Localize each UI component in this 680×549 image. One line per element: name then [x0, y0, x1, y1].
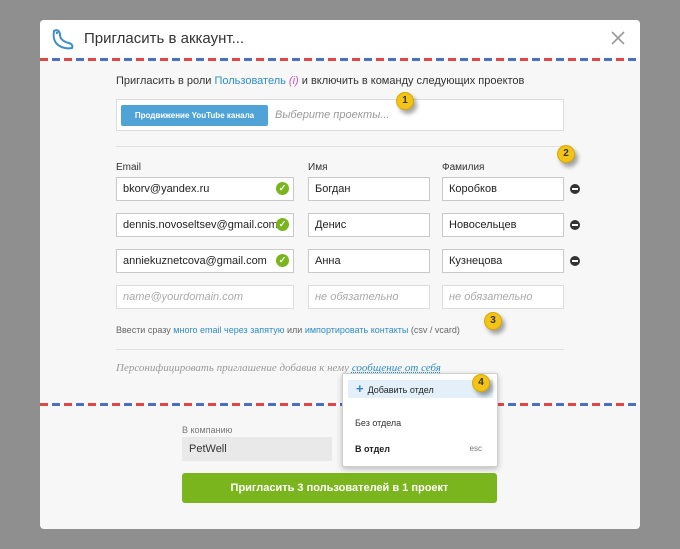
- role-line: Пригласить в роли Пользователь (i) и вкл…: [116, 75, 524, 87]
- remove-row-icon[interactable]: [570, 256, 580, 266]
- close-icon[interactable]: [610, 30, 626, 46]
- role-line-suffix: и включить в команду следующих проектов: [301, 75, 525, 87]
- step-badge-1: 1: [396, 92, 414, 110]
- personalize-prefix: Персонифицировать приглашение добавив к …: [116, 362, 352, 374]
- bulk-input-line: Ввести сразу много email через запятую и…: [116, 325, 460, 335]
- airmail-border-top: [40, 58, 640, 61]
- email-column-label: Email: [116, 162, 142, 173]
- new-first-name-field[interactable]: не обязательно: [308, 285, 430, 309]
- last-name-field[interactable]: Коробков: [442, 177, 564, 201]
- company-label: В компанию: [182, 425, 233, 435]
- new-email-field[interactable]: name@yourdomain.com: [116, 285, 294, 309]
- new-last-name-field[interactable]: не обязательно: [442, 285, 564, 309]
- last-name-column-label: Фамилия: [442, 162, 485, 173]
- last-name-field[interactable]: Кузнецова: [442, 249, 564, 273]
- valid-check-icon: ✓: [276, 218, 289, 231]
- step-badge-2: 2: [557, 145, 575, 163]
- divider: [116, 349, 564, 350]
- first-name-column-label: Имя: [308, 162, 328, 173]
- invite-modal: Пригласить в аккаунт... Пригласить в рол…: [40, 20, 640, 529]
- first-name-field[interactable]: Денис: [308, 213, 430, 237]
- first-name-field[interactable]: Богдан: [308, 177, 430, 201]
- valid-check-icon: ✓: [276, 182, 289, 195]
- remove-row-icon[interactable]: [570, 184, 580, 194]
- role-line-prefix: Пригласить в роли: [116, 75, 215, 87]
- remove-row-icon[interactable]: [570, 220, 580, 230]
- projects-select[interactable]: Продвижение YouTube канала Выберите прое…: [116, 99, 564, 131]
- esc-hint: esc: [469, 444, 482, 453]
- many-emails-link[interactable]: много email через запятую: [173, 325, 284, 335]
- airmail-border-bottom: [40, 403, 640, 406]
- company-field[interactable]: PetWell: [182, 437, 332, 461]
- invite-submit-button[interactable]: Пригласить 3 пользователей в 1 проект: [182, 473, 497, 503]
- divider: [116, 146, 564, 147]
- modal-header: Пригласить в аккаунт...: [40, 20, 640, 58]
- step-badge-3: 3: [484, 312, 502, 330]
- modal-title: Пригласить в аккаунт...: [84, 30, 245, 47]
- bulk-prefix: Ввести сразу: [116, 325, 174, 335]
- bulk-suffix: (csv / vcard): [408, 325, 460, 335]
- bulk-middle: или: [284, 325, 305, 335]
- add-department-label: Добавить отдел: [367, 385, 434, 395]
- role-info-tip[interactable]: (i): [286, 75, 302, 87]
- plus-icon: +: [356, 381, 364, 396]
- email-field[interactable]: anniekuznetcova@gmail.com: [116, 249, 294, 273]
- last-name-field[interactable]: Новосельцев: [442, 213, 564, 237]
- bird-logo-icon: [52, 29, 74, 50]
- first-name-field[interactable]: Анна: [308, 249, 430, 273]
- valid-check-icon: ✓: [276, 254, 289, 267]
- step-badge-4: 4: [472, 374, 490, 392]
- import-contacts-link[interactable]: импортировать контакты: [305, 325, 409, 335]
- projects-placeholder[interactable]: Выберите проекты...: [275, 109, 389, 121]
- to-department-item[interactable]: В отдел: [355, 444, 390, 454]
- email-field[interactable]: dennis.novoseltsev@gmail.com: [116, 213, 294, 237]
- project-tag[interactable]: Продвижение YouTube канала: [121, 105, 268, 126]
- email-field[interactable]: bkorv@yandex.ru: [116, 177, 294, 201]
- role-link[interactable]: Пользователь: [214, 75, 285, 87]
- no-department-item[interactable]: Без отдела: [355, 418, 401, 428]
